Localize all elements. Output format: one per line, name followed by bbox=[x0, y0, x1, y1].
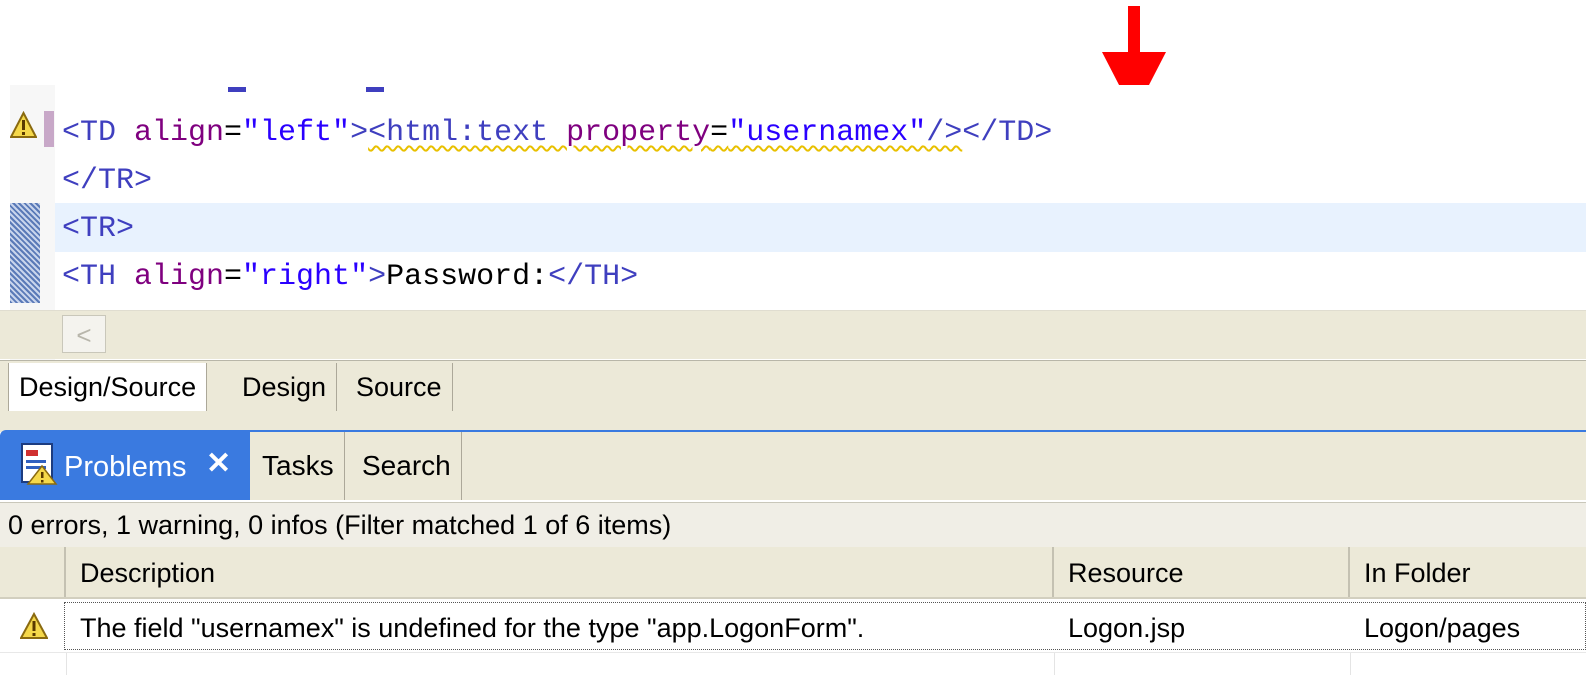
tab-source[interactable]: Source bbox=[346, 363, 453, 411]
code-token: <html:text bbox=[368, 116, 567, 150]
source-editor[interactable]: <TD align="left"><html:text property="us… bbox=[0, 85, 1586, 360]
column-divider bbox=[66, 653, 67, 675]
cell-description: The field "usernamex" is undefined for t… bbox=[80, 613, 865, 643]
code-token: property bbox=[566, 116, 711, 150]
clipped-line-fragment bbox=[228, 87, 246, 92]
code-token: align bbox=[134, 116, 225, 150]
code-token: "left" bbox=[242, 116, 351, 150]
code-token: "usernamex" bbox=[728, 116, 927, 150]
column-divider bbox=[1054, 653, 1055, 675]
current-line-highlight bbox=[55, 203, 1586, 252]
code-token: </TH> bbox=[548, 260, 639, 294]
code-token: > bbox=[368, 260, 387, 294]
code-line-2[interactable]: </TR> bbox=[62, 157, 152, 205]
editor-tab-bar: Design/Source Design Source bbox=[0, 360, 1586, 413]
scroll-left-button[interactable]: < bbox=[62, 315, 106, 353]
code-token: <TD bbox=[62, 116, 135, 150]
warning-icon bbox=[20, 612, 48, 639]
code-token: align bbox=[134, 260, 225, 294]
code-token: "right" bbox=[242, 260, 369, 294]
view-separator bbox=[0, 412, 1586, 432]
warning-marker-icon[interactable] bbox=[10, 111, 37, 139]
code-token: /> bbox=[926, 116, 963, 150]
code-token: = bbox=[224, 260, 243, 294]
change-bar bbox=[44, 111, 54, 147]
table-row[interactable]: The field "usernamex" is undefined for t… bbox=[0, 600, 1586, 653]
tab-search[interactable]: Search bbox=[352, 432, 462, 500]
code-token: > bbox=[350, 116, 369, 150]
code-token: = bbox=[710, 116, 729, 150]
problems-summary-text: 0 errors, 1 warning, 0 infos (Filter mat… bbox=[8, 510, 672, 540]
column-header-description[interactable]: Description bbox=[66, 547, 1054, 597]
problems-summary: 0 errors, 1 warning, 0 infos (Filter mat… bbox=[0, 502, 1586, 548]
cell-resource: Logon.jsp bbox=[1068, 613, 1186, 643]
warning-squiggle[interactable]: <html:text property="usernamex"/> bbox=[368, 116, 962, 150]
column-header-resource[interactable]: Resource bbox=[1054, 547, 1350, 597]
clipped-line-fragment bbox=[366, 87, 384, 92]
tab-design-source[interactable]: Design/Source bbox=[8, 363, 208, 411]
code-token: <TH bbox=[62, 260, 135, 294]
code-token: = bbox=[224, 116, 243, 150]
tab-problems-label: Problems bbox=[64, 451, 187, 483]
code-line-1[interactable]: <TD align="left"><html:text property="us… bbox=[62, 109, 1052, 157]
horizontal-scrollbar[interactable]: < bbox=[0, 310, 1586, 359]
tab-tasks[interactable]: Tasks bbox=[252, 432, 345, 500]
code-token: </TD> bbox=[962, 116, 1053, 150]
view-tab-bar: Problems ✕ Tasks Search bbox=[0, 430, 1586, 500]
code-line-4[interactable]: <TH align="right">Password:</TH> bbox=[62, 253, 638, 301]
problems-view-icon bbox=[21, 443, 58, 485]
code-token: Password: bbox=[386, 260, 549, 294]
tab-problems[interactable]: Problems ✕ bbox=[8, 432, 250, 500]
column-divider bbox=[1350, 653, 1351, 675]
column-header-severity[interactable] bbox=[0, 547, 66, 597]
problems-table-header: Description Resource In Folder bbox=[0, 547, 1586, 599]
code-token: </TR> bbox=[62, 164, 153, 198]
cell-in-folder: Logon/pages bbox=[1364, 613, 1521, 643]
column-header-in-folder[interactable]: In Folder bbox=[1350, 547, 1586, 597]
code-token: <TR> bbox=[62, 212, 135, 246]
code-line-3[interactable]: <TR> bbox=[62, 205, 134, 253]
close-icon[interactable]: ✕ bbox=[206, 448, 231, 480]
table-row-empty bbox=[0, 653, 1586, 675]
tab-design[interactable]: Design bbox=[232, 363, 338, 411]
selection-marker bbox=[10, 203, 40, 303]
